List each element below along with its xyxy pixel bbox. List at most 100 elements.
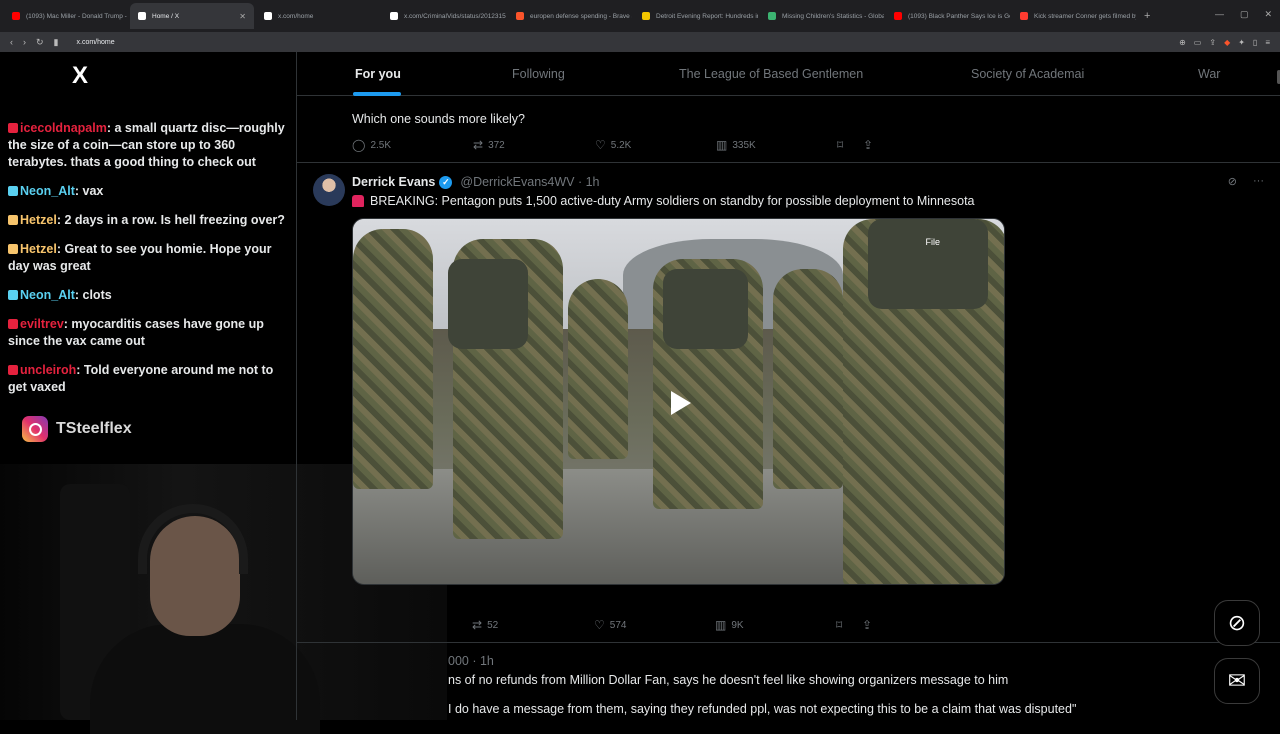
tab-title: x.com/CriminalVids/status/20123151 <box>404 12 506 20</box>
chat-badge-icon <box>8 244 18 254</box>
messages-button[interactable]: ✉ <box>1214 658 1260 704</box>
view-count: 335K <box>732 139 756 151</box>
chat-username: icecoldnapalm <box>20 121 107 135</box>
reload-icon[interactable]: ↻ <box>36 37 44 48</box>
post-body: ns of no refunds from Million Dollar Fan… <box>448 673 1009 687</box>
close-tab-icon[interactable]: ✕ <box>239 12 246 21</box>
browser-tab[interactable]: europen defense spending - Brave S <box>508 3 632 29</box>
chat-message: Neon_Alt: clots <box>8 287 290 304</box>
tab-for-you[interactable]: For you <box>355 67 401 81</box>
heart-icon: ♡ <box>594 618 605 632</box>
cast-icon[interactable]: ▭ <box>1194 38 1202 47</box>
x-logo-icon[interactable]: X <box>72 62 88 90</box>
headphones <box>138 504 248 574</box>
minimize-icon[interactable]: — <box>1215 9 1224 20</box>
author-handle[interactable]: 000 · 1h <box>448 654 494 668</box>
share-button[interactable]: ⇪ <box>862 618 872 632</box>
address-bar: ‹ › ↻ ▮ x.com/home ⊕ ▭ ⇪ ◆ ✦ ▯ ≡ <box>0 32 1280 52</box>
grok-icon[interactable]: ⊘ <box>1228 175 1237 188</box>
browser-tab[interactable]: Home / X ✕ <box>130 3 254 29</box>
browser-tab[interactable]: (1093) Black Panther Says Ice is Gone <box>886 3 1010 29</box>
chat-username: Hetzel <box>20 242 57 256</box>
chat-username: Neon_Alt <box>20 288 75 302</box>
like-button[interactable]: ♡ 574 <box>594 618 626 632</box>
sidebar-icon[interactable]: ▯ <box>1253 38 1257 47</box>
tab-war[interactable]: War <box>1198 67 1220 81</box>
more-options-icon[interactable]: ··· <box>1253 175 1264 188</box>
browser-tab[interactable]: Kick streamer Conner gets filmed by <box>1012 3 1136 29</box>
browser-tab[interactable]: x.com/home <box>256 3 380 29</box>
video-soldier <box>568 279 628 459</box>
maximize-icon[interactable]: ▢ <box>1240 9 1249 20</box>
video-media[interactable]: File <box>352 218 1005 585</box>
share-icon: ⇪ <box>862 618 873 632</box>
post-actions: ⇄ 52 ♡ 574 ▥ 9K ⌑ ⇪ <box>472 618 892 634</box>
tab-league-of-based-gentlemen[interactable]: The League of Based Gentlemen <box>679 67 863 81</box>
url-field[interactable]: x.com/home <box>77 39 115 46</box>
tab-society-of-academai[interactable]: Society of Academai <box>971 67 1084 81</box>
bookmark-button[interactable]: ⌑ <box>837 138 843 152</box>
browser-tab[interactable]: Detroit Evening Report: Hundreds in <box>634 3 758 29</box>
repost-button[interactable]: ⇄ 372 <box>473 138 505 152</box>
browser-tab[interactable]: x.com/CriminalVids/status/20123151 <box>382 3 506 29</box>
tab-title: europen defense spending - Brave S <box>530 12 632 20</box>
post-text: BREAKING: Pentagon puts 1,500 active-dut… <box>352 194 975 208</box>
post-author[interactable]: Derrick Evans ✓ @DerrickEvans4WV · 1h <box>352 175 600 189</box>
close-window-icon[interactable]: ✕ <box>1264 9 1272 20</box>
author-handle[interactable]: @DerrickEvans4WV · 1h <box>460 175 599 189</box>
views-icon: ▥ <box>716 138 728 152</box>
views-button[interactable]: ▥ 9K <box>715 618 744 632</box>
grok-button[interactable]: ⊘ <box>1214 600 1260 646</box>
new-tab-icon[interactable]: + <box>1138 10 1156 22</box>
like-button[interactable]: ♡ 5.2K <box>595 138 631 152</box>
extension-icons: ⊕ ▭ ⇪ ◆ ✦ ▯ ≡ <box>1179 38 1280 47</box>
repost-count: 372 <box>488 139 505 151</box>
instagram-handle: TSteelflex <box>22 416 132 442</box>
like-count: 574 <box>609 619 627 631</box>
tab-following[interactable]: Following <box>512 67 565 81</box>
tab-title: (1093) Black Panther Says Ice is Gone <box>908 12 1010 20</box>
tab-title: Kick streamer Conner gets filmed by <box>1034 12 1136 20</box>
chat-badge-icon <box>8 186 18 196</box>
repost-icon: ⇄ <box>473 138 484 152</box>
video-soldier <box>353 229 433 489</box>
avatar[interactable] <box>313 174 345 206</box>
browser-tab[interactable]: Missing Children's Statistics - Global <box>760 3 884 29</box>
bookmark-button[interactable]: ⌑ <box>836 618 842 632</box>
chat-username: Neon_Alt <box>20 184 75 198</box>
views-button[interactable]: ▥ 335K <box>716 138 756 152</box>
media-label: File <box>925 237 940 247</box>
chat-messages: icecoldnapalm: a small quartz disc—rough… <box>8 120 290 408</box>
tab-favicon-icon <box>264 12 272 20</box>
siren-emoji-icon <box>352 195 364 207</box>
video-soldier <box>773 269 843 489</box>
tab-favicon-icon <box>642 12 650 20</box>
zoom-icon[interactable]: ⊕ <box>1179 38 1186 47</box>
video-backpack <box>663 269 748 349</box>
chat-message: Hetzel: Great to see you homie. Hope you… <box>8 241 290 275</box>
stream-chat-overlay: X icecoldnapalm: a small quartz disc—rou… <box>0 52 296 464</box>
share-icon: ⇪ <box>863 138 874 152</box>
reply-button[interactable]: ◯ 2.5K <box>352 138 391 152</box>
tab-title: x.com/home <box>278 12 314 20</box>
browser-tab[interactable]: (1093) Mac Miller - Donald Trump - <box>4 3 128 29</box>
back-icon[interactable]: ‹ <box>10 37 13 47</box>
tab-favicon-icon <box>12 12 20 20</box>
menu-icon[interactable]: ≡ <box>1265 38 1270 47</box>
repost-button[interactable]: ⇄ 52 <box>472 618 498 632</box>
post-divider <box>297 642 1280 643</box>
post-actions: ◯ 2.5K ⇄ 372 ♡ 5.2K ▥ 335K ⌑ ⇪ <box>352 138 912 154</box>
share-button[interactable]: ⇪ <box>863 138 873 152</box>
chat-text: : vax <box>74 184 104 198</box>
play-icon[interactable] <box>671 391 691 415</box>
tab-favicon-icon <box>138 12 146 20</box>
forward-icon[interactable]: › <box>23 37 26 47</box>
tab-title: (1093) Mac Miller - Donald Trump - <box>26 12 127 20</box>
share-icon[interactable]: ⇪ <box>1209 38 1216 47</box>
extensions-icon[interactable]: ✦ <box>1238 38 1245 47</box>
bookmark-icon[interactable]: ▮ <box>54 37 59 48</box>
heart-icon: ♡ <box>595 138 606 152</box>
verified-badge-icon: ✓ <box>439 175 453 189</box>
author-name[interactable]: Derrick Evans <box>352 175 435 189</box>
brave-shield-icon[interactable]: ◆ <box>1224 38 1230 47</box>
